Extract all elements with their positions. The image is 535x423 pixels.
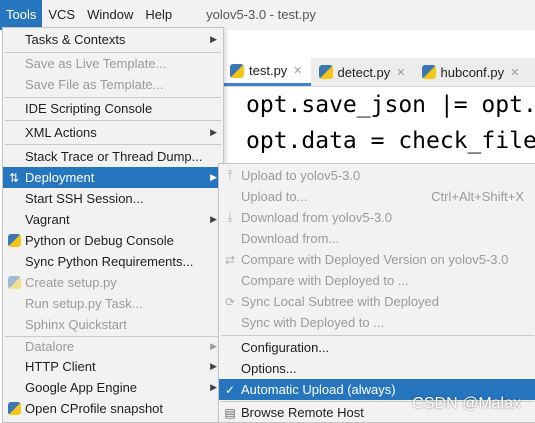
menu-item-start-ssh-session[interactable]: Start SSH Session... bbox=[3, 188, 223, 209]
menu-item-deployment[interactable]: ⇅ Deployment ▶ bbox=[3, 167, 223, 188]
menu-item-open-cprofile[interactable]: Open CProfile snapshot bbox=[3, 398, 223, 419]
download-icon: ⤓ bbox=[227, 210, 233, 224]
deployment-submenu: ⤒ Upload to yolov5-3.0 Upload to... Ctrl… bbox=[218, 163, 535, 423]
tab-detect-py[interactable]: detect.py ✕ bbox=[311, 58, 414, 86]
tools-menu: Tasks & Contexts ▶ Save as Live Template… bbox=[2, 27, 224, 423]
python-file-icon bbox=[230, 63, 244, 78]
menu-bar: Tools VCS Window Help yolov5-3.0 - test.… bbox=[0, 0, 535, 30]
menu-item-download-from-yolov5[interactable]: ⤓ Download from yolov5-3.0 bbox=[219, 207, 535, 228]
menu-item-options[interactable]: Options... bbox=[219, 358, 535, 379]
compare-icon: ⇄ bbox=[224, 252, 236, 267]
python-icon bbox=[7, 234, 21, 247]
shortcut: Ctrl+Alt+Shift+X bbox=[431, 189, 524, 204]
python-file-icon bbox=[318, 65, 333, 79]
menu-item-python-debug-console[interactable]: Python or Debug Console bbox=[3, 230, 223, 251]
menu-item-download-from[interactable]: Download from... bbox=[219, 228, 535, 249]
menu-vcs[interactable]: VCS bbox=[42, 0, 81, 30]
menu-item-configuration[interactable]: Configuration... bbox=[219, 337, 535, 358]
tab-hubconf-py[interactable]: hubconf.py ✕ bbox=[414, 58, 528, 86]
menu-item-sync-deployed-to[interactable]: Sync with Deployed to ... bbox=[219, 312, 535, 333]
menu-separator bbox=[221, 335, 534, 336]
python-icon bbox=[7, 276, 21, 289]
code-line[interactable]: opt.save_json |= opt. bbox=[246, 92, 535, 118]
window-title: yolov5-3.0 - test.py bbox=[206, 7, 316, 22]
menu-item-http-client[interactable]: HTTP Client ▶ bbox=[3, 356, 223, 377]
close-icon[interactable]: ✕ bbox=[293, 64, 302, 77]
menu-item-compare-deployed-version[interactable]: ⇄ Compare with Deployed Version on yolov… bbox=[219, 249, 535, 270]
checkmark-icon: ✓ bbox=[224, 382, 236, 397]
sync-icon: ⟳ bbox=[224, 294, 236, 309]
python-file-icon bbox=[421, 65, 436, 79]
tab-label: test.py bbox=[249, 63, 288, 78]
menu-item-save-file-template[interactable]: Save File as Template... bbox=[3, 74, 223, 95]
menu-item-create-setup-py[interactable]: Create setup.py bbox=[3, 272, 223, 293]
chevron-right-icon: ▶ bbox=[210, 127, 217, 137]
tab-label: detect.py bbox=[337, 64, 391, 80]
chevron-right-icon: ▶ bbox=[210, 382, 217, 392]
menu-item-sync-local-subtree[interactable]: ⟳ Sync Local Subtree with Deployed bbox=[219, 291, 535, 312]
tab-label: hubconf.py bbox=[440, 64, 505, 80]
menu-separator bbox=[5, 120, 221, 121]
deployment-icon: ⇅ bbox=[8, 170, 20, 185]
menu-item-upload-to[interactable]: Upload to... Ctrl+Alt+Shift+X bbox=[219, 186, 535, 207]
menu-item-tasks-contexts[interactable]: Tasks & Contexts ▶ bbox=[3, 29, 223, 50]
editor-tab-bar: test.py ✕ detect.py ✕ hubconf.py ✕ bbox=[222, 58, 535, 87]
menu-window[interactable]: Window bbox=[81, 0, 139, 30]
browse-remote-icon: ▤ bbox=[224, 405, 236, 420]
menu-item-datalore[interactable]: Datalore ▶ bbox=[3, 336, 223, 357]
close-icon[interactable]: ✕ bbox=[510, 66, 519, 79]
chevron-right-icon: ▶ bbox=[210, 172, 217, 182]
tab-test-py[interactable]: test.py ✕ bbox=[222, 58, 311, 86]
chevron-right-icon: ▶ bbox=[210, 361, 217, 371]
menu-separator bbox=[5, 144, 221, 145]
chevron-right-icon: ▶ bbox=[210, 34, 217, 44]
menu-item-xml-actions[interactable]: XML Actions ▶ bbox=[3, 122, 223, 143]
close-icon[interactable]: ✕ bbox=[396, 66, 405, 79]
menu-item-sphinx-quickstart[interactable]: Sphinx Quickstart bbox=[3, 314, 223, 335]
upload-icon: ⤒ bbox=[227, 168, 233, 182]
menu-item-sync-python-requirements[interactable]: Sync Python Requirements... bbox=[3, 251, 223, 272]
chevron-right-icon: ▶ bbox=[210, 214, 217, 224]
menu-item-stack-trace[interactable]: Stack Trace or Thread Dump... bbox=[3, 146, 223, 167]
menu-item-google-app-engine[interactable]: Google App Engine ▶ bbox=[3, 377, 223, 398]
menu-item-vagrant[interactable]: Vagrant ▶ bbox=[3, 209, 223, 230]
code-line[interactable]: opt.data = check_file bbox=[246, 128, 535, 154]
menu-item-compare-deployed-to[interactable]: Compare with Deployed to ... bbox=[219, 270, 535, 291]
menu-tools[interactable]: Tools bbox=[0, 0, 43, 30]
watermark: CSDN @Malax bbox=[412, 395, 521, 412]
menu-help[interactable]: Help bbox=[139, 0, 178, 30]
menu-item-run-setup-py-task[interactable]: Run setup.py Task... bbox=[3, 293, 223, 314]
cprofile-icon bbox=[7, 402, 21, 415]
menu-item-upload-to-yolov5[interactable]: ⤒ Upload to yolov5-3.0 bbox=[219, 165, 535, 186]
menu-item-ide-scripting-console[interactable]: IDE Scripting Console bbox=[3, 98, 223, 119]
menu-item-save-live-template[interactable]: Save as Live Template... bbox=[3, 53, 223, 74]
chevron-right-icon: ▶ bbox=[210, 341, 217, 351]
